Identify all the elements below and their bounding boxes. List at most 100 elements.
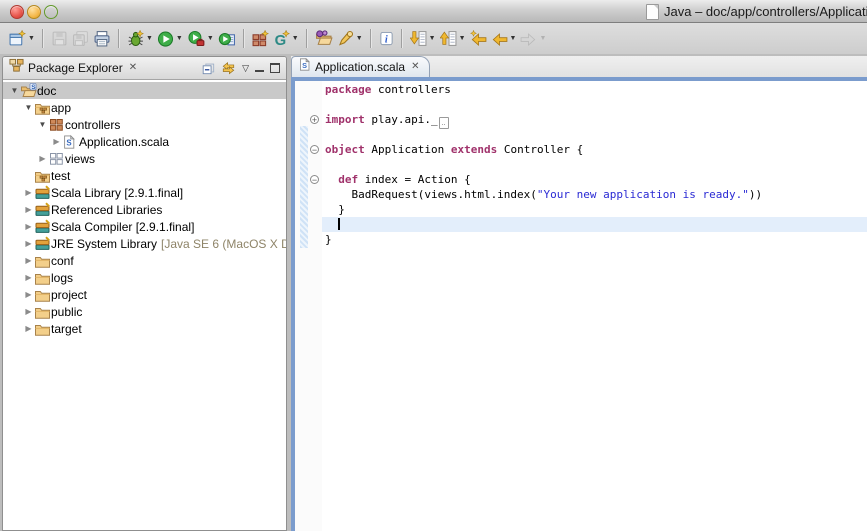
link-with-editor-button[interactable] <box>221 61 236 75</box>
collapsed-arrow-icon[interactable]: ▶ <box>23 222 34 231</box>
search-button[interactable]: ▼ <box>335 27 365 51</box>
tree-item-target[interactable]: ▶target <box>3 320 286 337</box>
tree-item-scala-compiler-2-9-1-final[interactable]: ▶Scala Compiler [2.9.1.final] <box>3 218 286 235</box>
print-button[interactable] <box>91 27 113 51</box>
code-line[interactable]: BadRequest(views.html.index("Your new ap… <box>322 187 867 202</box>
next-annotation-button[interactable]: ▼ <box>408 27 438 51</box>
minimize-view-button[interactable] <box>255 65 264 72</box>
close-window-button[interactable] <box>10 5 24 19</box>
code-token: index = Action { <box>358 173 471 186</box>
minimize-window-button[interactable] <box>27 5 41 19</box>
new-java-project-button[interactable] <box>250 27 271 51</box>
keyword-token: extends <box>451 143 497 156</box>
collapsed-arrow-icon[interactable]: ▶ <box>23 273 34 282</box>
code-text[interactable]: package controllers import play.api._‥obj… <box>322 81 867 531</box>
view-menu-button[interactable]: ▽ <box>242 63 249 74</box>
code-line[interactable]: package controllers <box>322 82 867 97</box>
collapsed-arrow-icon[interactable]: ▶ <box>37 154 48 163</box>
tree-item-scala-library-2-9-1-final[interactable]: ▶ Scala Library [2.9.1.final] <box>3 184 286 201</box>
package-icon <box>48 117 65 133</box>
editor-tab-application-scala[interactable]: S Application.scala ✕ <box>291 56 430 77</box>
expanded-arrow-icon[interactable]: ▼ <box>23 103 34 112</box>
open-type-button[interactable] <box>313 27 335 51</box>
new-scala-element-button[interactable]: G▼ <box>271 27 301 51</box>
collapsed-arrow-icon[interactable]: ▶ <box>51 137 62 146</box>
tree-item-application-scala[interactable]: ▶SApplication.scala <box>3 133 286 150</box>
tree-item-project[interactable]: ▶project <box>3 286 286 303</box>
expanded-arrow-icon[interactable]: ▼ <box>9 86 20 95</box>
tree-item-label: views <box>65 152 95 166</box>
tree-item-label: Scala Library [2.9.1.final] <box>51 186 183 200</box>
code-line[interactable]: import play.api._‥ <box>322 112 867 127</box>
close-editor-icon[interactable]: ✕ <box>409 62 421 72</box>
collapsed-arrow-icon[interactable]: ▶ <box>23 205 34 214</box>
dropdown-arrow-icon[interactable]: ▼ <box>146 35 153 42</box>
info-button[interactable]: i <box>377 27 396 51</box>
tree-item-app[interactable]: ▼app <box>3 99 286 116</box>
folder-icon <box>34 304 51 320</box>
collapsed-arrow-icon[interactable]: ▶ <box>23 239 34 248</box>
code-line[interactable] <box>322 97 867 112</box>
editor-tab-label: Application.scala <box>315 60 405 74</box>
run-external-button[interactable] <box>216 27 238 51</box>
package-explorer-tab[interactable]: Package Explorer ✕ <box>3 57 145 79</box>
tree-item-decoration: [Java SE 6 (MacOS X Def. <box>161 237 286 251</box>
prev-annotation-button[interactable]: ▼ <box>438 27 468 51</box>
collapse-all-button[interactable] <box>201 61 215 75</box>
collapsed-arrow-icon[interactable]: ▶ <box>23 324 34 333</box>
run-button[interactable]: ▼ <box>155 27 185 51</box>
tree-item-conf[interactable]: ▶conf <box>3 252 286 269</box>
dropdown-arrow-icon[interactable]: ▼ <box>176 35 183 42</box>
tree-item-test[interactable]: test <box>3 167 286 184</box>
expanded-arrow-icon[interactable]: ▼ <box>37 120 48 129</box>
tree-item-referenced-libraries[interactable]: ▶Referenced Libraries <box>3 201 286 218</box>
code-line[interactable] <box>322 127 867 142</box>
close-view-icon[interactable]: ✕ <box>127 63 139 73</box>
dropdown-arrow-icon[interactable]: ▼ <box>429 35 436 42</box>
svg-text:S: S <box>302 61 307 70</box>
run-coverage-button[interactable]: ▼ <box>185 27 216 51</box>
code-editor[interactable]: + − − package controllers import play.api._… <box>295 81 867 531</box>
collapsed-arrow-icon[interactable]: ▶ <box>23 188 34 197</box>
dropdown-arrow-icon[interactable]: ▼ <box>292 35 299 42</box>
tree-item-logs[interactable]: ▶logs <box>3 269 286 286</box>
back-button[interactable]: ▼ <box>489 27 519 51</box>
code-line[interactable]: } <box>322 232 867 247</box>
code-line[interactable]: def index = Action { <box>322 172 867 187</box>
toolbar-group: ▼ ▼ ▼ ▼ <box>405 27 552 51</box>
maximize-view-button[interactable] <box>270 63 280 73</box>
dropdown-arrow-icon[interactable]: ▼ <box>539 35 546 42</box>
collapsed-arrow-icon[interactable]: ▶ <box>23 307 34 316</box>
dropdown-arrow-icon[interactable]: ▼ <box>28 35 35 42</box>
fold-expand-icon[interactable]: + <box>310 115 319 124</box>
src-folder-icon <box>34 100 51 116</box>
tree-item-jre-system-library[interactable]: ▶ JRE System Library [Java SE 6 (MacOS X D… <box>3 235 286 252</box>
text-cursor <box>338 218 340 230</box>
dropdown-arrow-icon[interactable]: ▼ <box>510 35 517 42</box>
tree-item-public[interactable]: ▶public <box>3 303 286 320</box>
tree-item-controllers[interactable]: ▼ controllers <box>3 116 286 133</box>
main-toolbar: ▼▼▼▼G▼▼i▼▼▼▼ <box>0 23 867 54</box>
tree-item-doc[interactable]: ▼Sdoc <box>3 82 286 99</box>
tree-item-views[interactable]: ▶ views <box>3 150 286 167</box>
code-line[interactable]: } <box>322 202 867 217</box>
tree-item-label: JRE System Library <box>51 237 157 251</box>
zoom-window-button[interactable] <box>44 5 58 19</box>
fold-collapse-icon[interactable]: − <box>310 175 319 184</box>
dropdown-arrow-icon[interactable]: ▼ <box>207 35 214 42</box>
toolbar-group: G▼ <box>247 27 304 51</box>
collapsed-arrow-icon[interactable]: ▶ <box>23 290 34 299</box>
fold-collapse-icon[interactable]: − <box>310 145 319 154</box>
code-line[interactable]: object Application extends Controller { <box>322 142 867 157</box>
collapsed-arrow-icon[interactable]: ▶ <box>23 256 34 265</box>
dropdown-arrow-icon[interactable]: ▼ <box>459 35 466 42</box>
tree-item-label: controllers <box>65 118 120 132</box>
code-line[interactable] <box>322 157 867 172</box>
new-wizard-button[interactable]: ▼ <box>7 27 37 51</box>
dropdown-arrow-icon[interactable]: ▼ <box>356 35 363 42</box>
debug-button[interactable]: ▼ <box>125 27 155 51</box>
annotation-ruler[interactable]: + − − <box>295 81 322 531</box>
code-line[interactable] <box>322 217 867 232</box>
last-edit-location-button[interactable] <box>468 27 489 51</box>
toolbar-separator <box>401 29 403 48</box>
